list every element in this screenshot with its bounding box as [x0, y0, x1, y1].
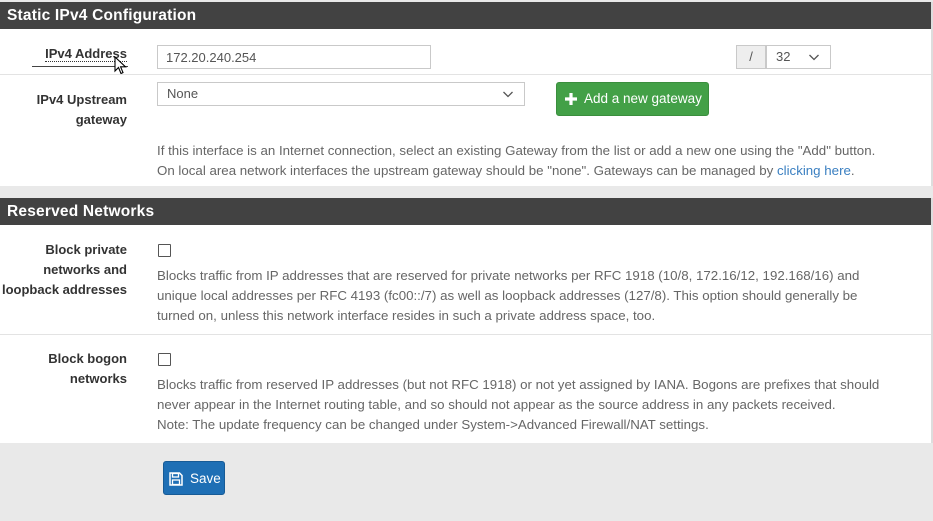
- block-bogon-checkbox[interactable]: [158, 353, 171, 366]
- upstream-help-line2-end: .: [850, 163, 855, 178]
- chevron-down-icon: [503, 91, 513, 98]
- save-button[interactable]: Save: [163, 461, 225, 495]
- block-private-help-line3: turned on, unless this network interface…: [157, 308, 656, 323]
- cidr-slash-addon: /: [736, 45, 766, 69]
- plus-icon: [565, 93, 577, 105]
- upstream-gateway-select[interactable]: None: [157, 82, 525, 106]
- block-private-checkbox[interactable]: [158, 244, 171, 257]
- ipv4-address-label: IPv4 Address: [0, 46, 127, 62]
- row-divider: [0, 74, 931, 75]
- upstream-help-line2: On local area network interfaces the ups…: [157, 161, 922, 181]
- block-bogon-label: Block bogon networks: [0, 349, 127, 389]
- block-bogon-help-line1: Blocks traffic from reserved IP addresse…: [157, 377, 880, 392]
- upstream-gateway-label: IPv4 Upstream gateway: [0, 90, 127, 130]
- block-private-label-line2: networks and: [43, 262, 127, 277]
- row-divider: [0, 334, 931, 335]
- block-private-help-line2: unique local addresses per RFC 4193 (fc0…: [157, 288, 858, 303]
- add-gateway-button[interactable]: Add a new gateway: [556, 82, 709, 116]
- upstream-gateway-label-line2: gateway: [75, 112, 127, 127]
- chevron-down-icon: [809, 54, 819, 61]
- block-bogon-help-line2: never appear in the Internet routing tab…: [157, 397, 836, 412]
- block-bogon-label-line2: networks: [69, 371, 127, 386]
- block-private-label-line1: Block private: [45, 242, 127, 257]
- reserved-networks-heading: Reserved Networks: [0, 198, 931, 225]
- upstream-help-line2-text: On local area network interfaces the ups…: [157, 163, 777, 178]
- cidr-select[interactable]: 32: [766, 45, 831, 69]
- block-bogon-label-line1: Block bogon: [48, 351, 127, 366]
- ipv4-address-input[interactable]: [157, 45, 431, 69]
- block-private-help-line1: Blocks traffic from IP addresses that ar…: [157, 268, 860, 283]
- block-private-label: Block private networks and loopback addr…: [0, 240, 127, 300]
- block-private-help: Blocks traffic from IP addresses that ar…: [157, 266, 922, 326]
- static-ipv4-heading: Static IPv4 Configuration: [0, 2, 931, 29]
- mouse-cursor-icon: [114, 56, 127, 75]
- upstream-gateway-help: If this interface is an Internet connect…: [157, 141, 922, 181]
- upstream-gateway-value: None: [167, 86, 199, 101]
- cidr-select-value: 32: [776, 49, 791, 64]
- block-bogon-help: Blocks traffic from reserved IP addresse…: [157, 375, 922, 435]
- save-label: Save: [190, 471, 221, 486]
- block-bogon-help-line3: Note: The update frequency can be change…: [157, 417, 709, 432]
- manage-gateways-link[interactable]: clicking here: [777, 163, 851, 178]
- floppy-disk-icon: [169, 472, 183, 486]
- upstream-gateway-label-line1: IPv4 Upstream: [36, 92, 127, 107]
- upstream-help-line1: If this interface is an Internet connect…: [157, 143, 876, 158]
- block-private-label-line3: loopback addresses: [2, 282, 127, 297]
- add-gateway-label: Add a new gateway: [584, 91, 702, 106]
